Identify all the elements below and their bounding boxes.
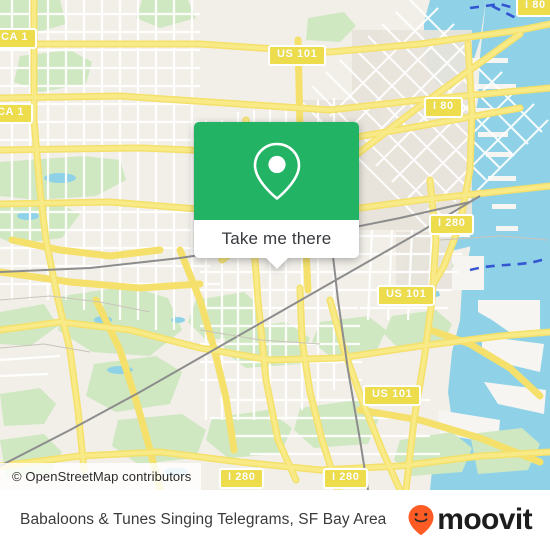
highway-shield: I 80 bbox=[424, 97, 463, 118]
highway-shield: I 80 bbox=[516, 0, 550, 17]
highway-shield: US 101 bbox=[363, 385, 422, 406]
callout-header bbox=[194, 122, 359, 220]
highway-shield: I 280 bbox=[323, 468, 369, 489]
take-me-there-callout[interactable]: Take me there bbox=[194, 122, 359, 269]
map-viewport[interactable]: CA 1 CA 1 US 101 I 80 I 80 I 280 US 101 … bbox=[0, 0, 550, 490]
moovit-smiley-pin-icon bbox=[408, 505, 434, 536]
highway-shield: US 101 bbox=[377, 285, 436, 306]
place-title: Babaloons & Tunes Singing Telegrams, SF … bbox=[20, 511, 387, 528]
map-attribution[interactable]: © OpenStreetMap contributors bbox=[0, 463, 202, 490]
highway-shield: I 280 bbox=[429, 214, 475, 235]
footer-bar: Babaloons & Tunes Singing Telegrams, SF … bbox=[0, 490, 550, 550]
highway-shield: US 101 bbox=[268, 45, 327, 66]
callout-footer[interactable]: Take me there bbox=[194, 220, 359, 269]
moovit-brand[interactable]: moovit bbox=[407, 503, 533, 536]
callout-tail bbox=[266, 258, 288, 269]
take-me-there-label: Take me there bbox=[221, 229, 332, 248]
moovit-wordmark: moovit bbox=[437, 503, 532, 536]
highway-shield: CA 1 bbox=[0, 103, 34, 124]
map-pin-icon bbox=[253, 142, 300, 200]
moovit-map-page: CA 1 CA 1 US 101 I 80 I 80 I 280 US 101 … bbox=[0, 0, 550, 550]
highway-shield: I 280 bbox=[219, 468, 265, 489]
highway-shield: CA 1 bbox=[0, 28, 38, 49]
